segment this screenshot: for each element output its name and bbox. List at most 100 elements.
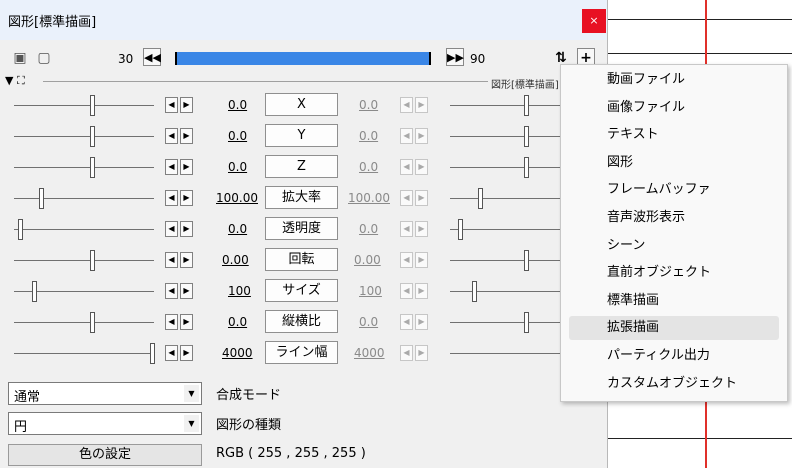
- end-slider-track[interactable]: [450, 167, 560, 168]
- end-slider-thumb[interactable]: [472, 281, 477, 302]
- end-slider-track[interactable]: [450, 260, 560, 261]
- end-value[interactable]: 0.0: [359, 222, 378, 236]
- increment-button[interactable]: ▶: [415, 97, 428, 113]
- end-slider-track[interactable]: [450, 198, 560, 199]
- start-value[interactable]: 0.0: [228, 129, 247, 143]
- start-slider-thumb[interactable]: [18, 219, 23, 240]
- increment-button[interactable]: ▶: [180, 314, 193, 330]
- start-slider-track[interactable]: [14, 167, 154, 168]
- decrement-button[interactable]: ◀: [400, 97, 413, 113]
- decrement-button[interactable]: ◀: [165, 345, 178, 361]
- decrement-button[interactable]: ◀: [400, 128, 413, 144]
- end-value[interactable]: 0.0: [359, 98, 378, 112]
- prev-keyframe-button[interactable]: ◀◀: [143, 48, 161, 66]
- start-slider-thumb[interactable]: [90, 126, 95, 147]
- menu-item[interactable]: カスタムオブジェクト: [569, 372, 779, 396]
- start-slider-track[interactable]: [14, 198, 154, 199]
- increment-button[interactable]: ▶: [180, 221, 193, 237]
- start-slider-thumb[interactable]: [39, 188, 44, 209]
- menu-item[interactable]: 音声波形表示: [569, 206, 779, 230]
- start-slider-thumb[interactable]: [90, 95, 95, 116]
- end-slider-thumb[interactable]: [524, 250, 529, 271]
- decrement-button[interactable]: ◀: [400, 345, 413, 361]
- decrement-button[interactable]: ◀: [165, 283, 178, 299]
- increment-button[interactable]: ▶: [180, 190, 193, 206]
- increment-button[interactable]: ▶: [415, 159, 428, 175]
- decrement-button[interactable]: ◀: [400, 221, 413, 237]
- decrement-button[interactable]: ◀: [400, 190, 413, 206]
- end-slider-track[interactable]: [450, 322, 560, 323]
- start-slider-track[interactable]: [14, 322, 154, 323]
- end-slider-track[interactable]: [450, 229, 560, 230]
- menu-item[interactable]: 動画ファイル: [569, 68, 779, 92]
- camera-icon[interactable]: ▣: [12, 50, 28, 66]
- param-button[interactable]: サイズ: [265, 279, 338, 302]
- increment-button[interactable]: ▶: [180, 252, 193, 268]
- menu-item[interactable]: フレームバッファ: [569, 178, 779, 202]
- end-value[interactable]: 100.00: [348, 191, 390, 205]
- end-slider-track[interactable]: [450, 105, 560, 106]
- menu-item[interactable]: 直前オブジェクト: [569, 261, 779, 285]
- start-slider-thumb[interactable]: [32, 281, 37, 302]
- decrement-button[interactable]: ◀: [165, 252, 178, 268]
- start-slider-thumb[interactable]: [90, 250, 95, 271]
- menu-item[interactable]: 画像ファイル: [569, 96, 779, 120]
- close-button[interactable]: ×: [582, 9, 606, 33]
- end-slider-thumb[interactable]: [524, 126, 529, 147]
- increment-button[interactable]: ▶: [415, 252, 428, 268]
- param-button[interactable]: ライン幅: [265, 341, 338, 364]
- decrement-button[interactable]: ◀: [400, 159, 413, 175]
- start-slider-track[interactable]: [14, 260, 154, 261]
- decrement-button[interactable]: ◀: [165, 190, 178, 206]
- start-slider-track[interactable]: [14, 136, 154, 137]
- start-value[interactable]: 0.0: [228, 315, 247, 329]
- param-button[interactable]: 拡大率: [265, 186, 338, 209]
- start-value[interactable]: 0.0: [228, 222, 247, 236]
- next-keyframe-button[interactable]: ▶▶: [446, 48, 464, 66]
- end-value[interactable]: 0.00: [354, 253, 381, 267]
- end-value[interactable]: 4000: [354, 346, 385, 360]
- end-slider-thumb[interactable]: [524, 312, 529, 333]
- frame-range-bar[interactable]: [175, 52, 431, 65]
- collapse-icon[interactable]: ▼ ⛶: [5, 74, 25, 88]
- param-button[interactable]: 回転: [265, 248, 338, 271]
- start-value[interactable]: 4000: [222, 346, 253, 360]
- end-value[interactable]: 0.0: [359, 129, 378, 143]
- menu-item[interactable]: パーティクル出力: [569, 344, 779, 368]
- menu-item[interactable]: 拡張描画: [569, 316, 779, 341]
- end-value[interactable]: 0.0: [359, 160, 378, 174]
- decrement-button[interactable]: ◀: [165, 314, 178, 330]
- menu-item[interactable]: テキスト: [569, 123, 779, 147]
- start-slider-track[interactable]: [14, 353, 154, 354]
- end-slider-track[interactable]: [450, 291, 560, 292]
- increment-button[interactable]: ▶: [415, 345, 428, 361]
- increment-button[interactable]: ▶: [180, 345, 193, 361]
- start-value[interactable]: 0.00: [222, 253, 249, 267]
- end-slider-thumb[interactable]: [524, 157, 529, 178]
- decrement-button[interactable]: ◀: [400, 283, 413, 299]
- end-value[interactable]: 0.0: [359, 315, 378, 329]
- decrement-button[interactable]: ◀: [165, 159, 178, 175]
- start-slider-thumb[interactable]: [90, 312, 95, 333]
- param-button[interactable]: X: [265, 93, 338, 116]
- end-slider-track[interactable]: [450, 136, 560, 137]
- start-slider-track[interactable]: [14, 105, 154, 106]
- param-button[interactable]: 透明度: [265, 217, 338, 240]
- end-slider-thumb[interactable]: [524, 95, 529, 116]
- end-slider-track[interactable]: [450, 353, 560, 354]
- start-value[interactable]: 0.0: [228, 98, 247, 112]
- start-slider-track[interactable]: [14, 229, 154, 230]
- increment-button[interactable]: ▶: [415, 314, 428, 330]
- color-settings-button[interactable]: 色の設定: [8, 444, 202, 466]
- decrement-button[interactable]: ◀: [165, 128, 178, 144]
- start-value[interactable]: 100: [228, 284, 251, 298]
- end-slider-thumb[interactable]: [458, 219, 463, 240]
- image-icon[interactable]: ▢: [36, 50, 52, 66]
- increment-button[interactable]: ▶: [180, 283, 193, 299]
- increment-button[interactable]: ▶: [415, 190, 428, 206]
- start-value[interactable]: 100.00: [216, 191, 258, 205]
- start-value[interactable]: 0.0: [228, 160, 247, 174]
- param-button[interactable]: Z: [265, 155, 338, 178]
- param-button[interactable]: Y: [265, 124, 338, 147]
- decrement-button[interactable]: ◀: [400, 252, 413, 268]
